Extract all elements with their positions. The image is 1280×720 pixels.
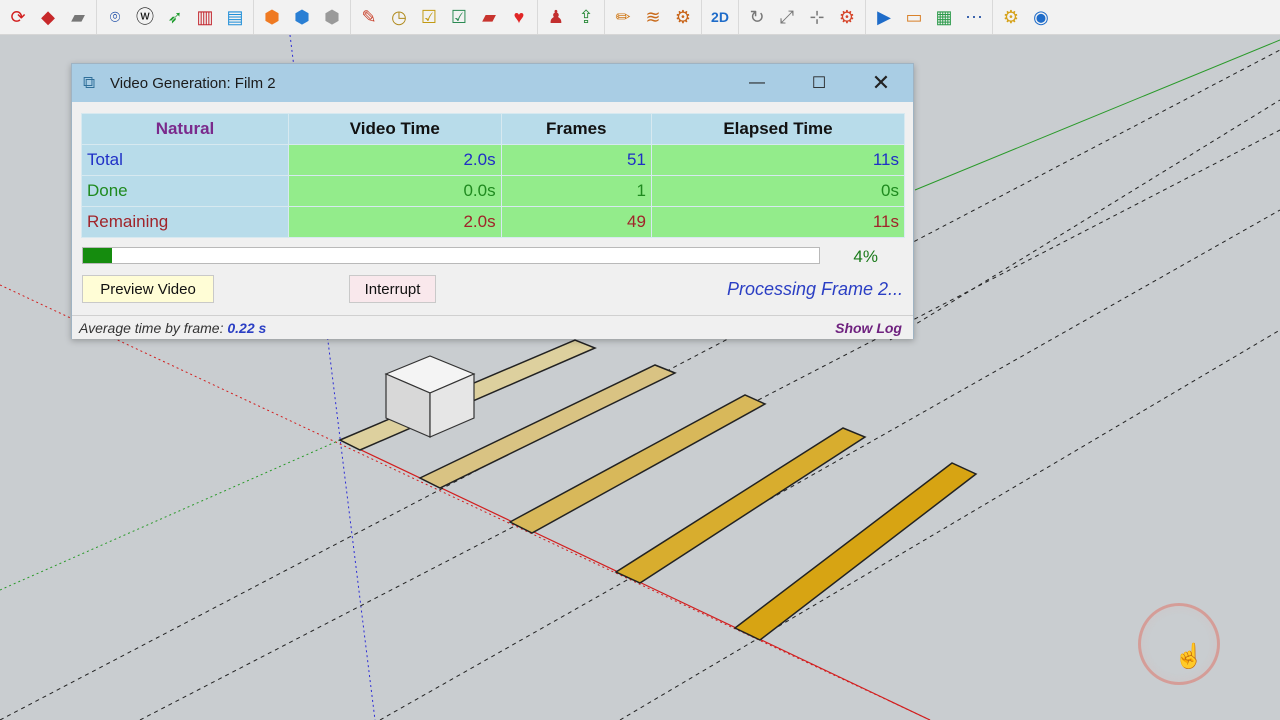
toolbar-group-5: ♟ ⇪ <box>537 0 604 34</box>
progress-fill <box>83 248 113 263</box>
clock-icon[interactable]: ◷ <box>386 4 412 30</box>
header-video-time: Video Time <box>288 113 502 145</box>
toolbar-group-9: ▶ ▭ ▦ ⋯ <box>865 0 992 34</box>
cell-video-time: 2.0s <box>288 144 502 176</box>
cell-elapsed: 0s <box>650 175 906 207</box>
minimize-button[interactable]: — <box>734 64 780 102</box>
table-row-total: Total 2.0s 51 11s <box>81 144 906 176</box>
play-video-icon[interactable]: ▶ <box>871 4 897 30</box>
dialog-statusbar: Average time by frame: 0.22 s Show Log <box>72 315 913 339</box>
eye-icon[interactable]: ◉ <box>1028 4 1054 30</box>
comment-icon[interactable]: ▤ <box>222 4 248 30</box>
label-2d: 2D <box>711 9 729 25</box>
move-icon[interactable]: ⤢ <box>774 4 800 30</box>
settings-icon[interactable]: ⚙ <box>998 4 1024 30</box>
dialog-titlebar[interactable]: ⧉ Video Generation: Film 2 — ☐ ✕ <box>72 64 913 102</box>
row-label: Remaining <box>81 206 289 238</box>
stats-table: Natural Video Time Frames Elapsed Time T… <box>81 113 906 238</box>
rocket-icon[interactable]: ➶ <box>162 4 188 30</box>
row-label: Done <box>81 175 289 207</box>
more-icon[interactable]: ⋯ <box>961 4 987 30</box>
table-row-done: Done 0.0s 1 0s <box>81 175 906 207</box>
glasses-2d-icon[interactable]: 2D <box>707 4 733 30</box>
cell-video-time: 2.0s <box>288 206 502 238</box>
row-label: Total <box>81 144 289 176</box>
interrupt-button[interactable]: Interrupt <box>349 275 436 303</box>
ruby-icon[interactable]: ◆ <box>35 4 61 30</box>
header-natural: Natural <box>81 113 289 145</box>
header-frames: Frames <box>500 113 652 145</box>
cell-elapsed: 11s <box>650 144 906 176</box>
cell-frames: 1 <box>500 175 652 207</box>
average-time: Average time by frame: 0.22 s <box>79 320 266 336</box>
dimension-icon[interactable]: ⊹ <box>804 4 830 30</box>
person-icon[interactable]: ♟ <box>543 4 569 30</box>
average-time-value: 0.22 s <box>227 320 267 336</box>
progress-percent: 4% <box>853 247 878 266</box>
header-elapsed-time: Elapsed Time <box>650 113 906 145</box>
settings-tool-icon[interactable]: ⚙ <box>670 4 696 30</box>
pencil-icon[interactable]: ✏ <box>610 4 636 30</box>
cell-frames: 51 <box>500 144 652 176</box>
table-row-remaining: Remaining 2.0s 49 11s <box>81 206 906 238</box>
toolbar-group-10: ⚙ ◉ <box>992 0 1059 34</box>
hand-cursor-icon: ☝ <box>1174 643 1204 670</box>
sketchup-icon: ⧉ <box>83 73 96 92</box>
blue-box-icon[interactable]: ⬢ <box>289 4 315 30</box>
toolbar-group-2: ⌾ ⓦ ➶ ▥ ▤ <box>96 0 253 34</box>
toolbar-group-8: ↻ ⤢ ⊹ ⚙ <box>738 0 865 34</box>
warehouse-icon[interactable]: ▰ <box>65 4 91 30</box>
main-toolbar: ⟳ ◆ ▰ ⌾ ⓦ ➶ ▥ ▤ ⬢ ⬢ ⬢ ✎ ◷ ☑ ☑ ▰ ♥ ♟ ⇪ ✏ … <box>0 0 1280 35</box>
gear-multi-icon[interactable]: ⚙ <box>834 4 860 30</box>
toolbar-group-3: ⬢ ⬢ ⬢ <box>253 0 350 34</box>
folder-open-icon[interactable]: ▭ <box>901 4 927 30</box>
progress-bar <box>82 247 820 264</box>
paint-icon[interactable]: ✎ <box>356 4 382 30</box>
toolbar-group-1: ⟳ ◆ ▰ <box>0 0 96 34</box>
show-log-link[interactable]: Show Log <box>835 320 902 336</box>
cell-frames: 49 <box>500 206 652 238</box>
close-button[interactable]: ✕ <box>858 64 904 102</box>
preview-video-button[interactable]: Preview Video <box>82 275 214 303</box>
heart-icon[interactable]: ♥ <box>506 4 532 30</box>
toolbar-group-4: ✎ ◷ ☑ ☑ ▰ ♥ <box>350 0 537 34</box>
maximize-button[interactable]: ☐ <box>796 64 842 102</box>
dialog-title: Video Generation: Film 2 <box>110 74 276 92</box>
export-icon[interactable]: ⇪ <box>573 4 599 30</box>
cell-video-time: 0.0s <box>288 175 502 207</box>
refresh-icon[interactable]: ⟳ <box>5 4 31 30</box>
toolbar-group-6: ✏ ≋ ⚙ <box>604 0 701 34</box>
extension-warehouse-icon[interactable]: ⓦ <box>132 4 158 30</box>
rotate-icon[interactable]: ↻ <box>744 4 770 30</box>
cell-elapsed: 11s <box>650 206 906 238</box>
layers-icon[interactable]: ≋ <box>640 4 666 30</box>
gray-box-icon[interactable]: ⬢ <box>319 4 345 30</box>
folder-red-icon[interactable]: ▰ <box>476 4 502 30</box>
average-time-label: Average time by frame: <box>79 320 224 336</box>
table-header-row: Natural Video Time Frames Elapsed Time <box>81 113 906 145</box>
location-pin-icon[interactable]: ⌾ <box>102 4 128 30</box>
processing-status: Processing Frame 2... <box>726 279 903 299</box>
toolbar-group-7: 2D <box>701 0 738 34</box>
checklist-icon[interactable]: ☑ <box>416 4 442 30</box>
video-generation-dialog: ⧉ Video Generation: Film 2 — ☐ ✕ Natural… <box>71 63 914 339</box>
bar-chart-icon[interactable]: ▥ <box>192 4 218 30</box>
clipboard-icon[interactable]: ▦ <box>931 4 957 30</box>
checklist-2-icon[interactable]: ☑ <box>446 4 472 30</box>
orange-box-icon[interactable]: ⬢ <box>259 4 285 30</box>
